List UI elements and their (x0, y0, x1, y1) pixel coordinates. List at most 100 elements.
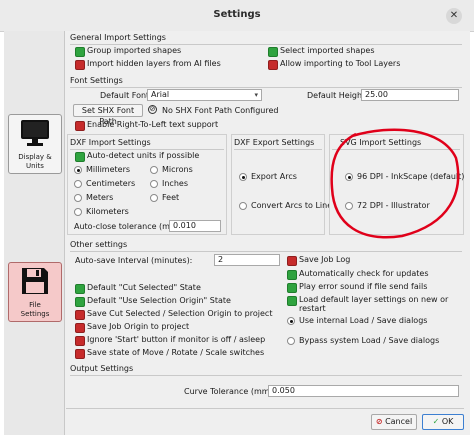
export-arcs-label: Export Arcs (251, 172, 297, 181)
use-internal-load-label: Use internal Load / Save dialogs (299, 316, 428, 325)
bypass-system-load-label: Bypass system Load / Save dialogs (299, 336, 440, 345)
feet-radio[interactable] (150, 194, 158, 202)
microns-radio[interactable] (150, 166, 158, 174)
divider (234, 149, 322, 150)
curve-tolerance-input[interactable]: 0.050 (268, 385, 459, 397)
save-job-log-checkbox[interactable] (287, 256, 297, 266)
curve-tolerance-label: Curve Tolerance (mm) (184, 387, 273, 396)
save-job-log-label: Save Job Log (299, 255, 351, 264)
ok-icon: ✓ (432, 417, 440, 426)
centimeters-radio[interactable] (74, 180, 82, 188)
window-title: Settings (213, 9, 261, 20)
meters-label: Meters (86, 193, 114, 202)
no-entry-icon: ⊘ (148, 105, 157, 114)
default-height-value: 25.00 (365, 90, 388, 99)
default-height-label: Default Height (307, 91, 366, 100)
select-shapes-checkbox[interactable] (268, 47, 278, 57)
other-settings-title: Other settings (70, 240, 128, 249)
divider (70, 149, 224, 150)
autosave-interval-input[interactable]: 2 (214, 254, 280, 266)
red-annotation-ellipse (330, 128, 460, 239)
save-state-move-label: Save state of Move / Rotate / Scale swit… (87, 348, 265, 357)
select-shapes-label: Select imported shapes (280, 46, 375, 55)
sidebar (4, 31, 65, 435)
auto-close-tolerance-input[interactable]: 0.010 (169, 220, 221, 232)
convert-arcs-radio[interactable] (239, 202, 247, 210)
save-cut-selected-checkbox[interactable] (75, 310, 85, 320)
import-hidden-label: Import hidden layers from AI files (87, 59, 221, 68)
save-job-origin-checkbox[interactable] (75, 323, 85, 333)
cancel-button[interactable]: ⊘ Cancel (371, 414, 417, 430)
nav-file-label-1: File (29, 301, 41, 309)
kilometers-radio[interactable] (74, 208, 82, 216)
nav-display-units[interactable]: Display & Units (8, 114, 62, 174)
nav-display-label-1: Display & (18, 153, 52, 161)
divider (70, 251, 462, 252)
default-font-select[interactable]: Arial ▾ (147, 89, 262, 101)
divider (70, 375, 462, 376)
millimeters-radio[interactable] (74, 166, 82, 174)
auto-close-tolerance-label: Auto-close tolerance (mm) (74, 222, 181, 231)
default-font-label: Default Font (100, 91, 150, 100)
default-use-selection-label: Default "Use Selection Origin" State (87, 296, 231, 305)
load-default-layer-checkbox[interactable] (287, 296, 297, 306)
nav-file-label-2: Settings (20, 310, 50, 318)
save-state-move-checkbox[interactable] (75, 349, 85, 359)
bypass-system-load-radio[interactable] (287, 337, 295, 345)
monitor-icon (21, 120, 49, 146)
default-cut-selected-label: Default "Cut Selected" State (87, 283, 201, 292)
group-shapes-label: Group imported shapes (87, 46, 182, 55)
ignore-start-label: Ignore 'Start' button if monitor is off … (87, 335, 266, 344)
autosave-interval-label: Auto-save Interval (minutes): (75, 256, 193, 265)
centimeters-label: Centimeters (86, 179, 136, 188)
default-font-value: Arial (151, 90, 170, 99)
inches-radio[interactable] (150, 180, 158, 188)
default-height-input[interactable]: 25.00 (361, 89, 459, 101)
ignore-start-checkbox[interactable] (75, 336, 85, 346)
dxf-import-title: DXF Import Settings (70, 138, 151, 147)
millimeters-label: Millimeters (86, 165, 131, 174)
divider (70, 44, 462, 45)
allow-tool-layers-label: Allow importing to Tool Layers (280, 59, 401, 68)
use-internal-load-radio[interactable] (287, 317, 295, 325)
inches-label: Inches (162, 179, 188, 188)
default-use-selection-checkbox[interactable] (75, 297, 85, 307)
close-icon[interactable]: ✕ (446, 8, 462, 24)
auto-detect-units-checkbox[interactable] (75, 152, 85, 162)
curve-tolerance-value: 0.050 (272, 386, 295, 395)
floppy-disk-icon (22, 268, 48, 294)
play-error-sound-checkbox[interactable] (287, 283, 297, 293)
allow-tool-layers-checkbox[interactable] (268, 60, 278, 70)
ok-button-label: OK (441, 417, 454, 426)
autosave-interval-value: 2 (218, 255, 224, 264)
nav-file-settings[interactable]: File Settings (8, 262, 62, 322)
play-error-sound-label: Play error sound if file send fails (299, 282, 428, 291)
feet-label: Feet (162, 193, 180, 202)
auto-close-tolerance-value: 0.010 (173, 221, 196, 230)
group-shapes-checkbox[interactable] (75, 47, 85, 57)
load-default-layer-label: Load default layer settings on new or re… (299, 295, 449, 313)
shx-status-text: No SHX Font Path Configured (162, 106, 279, 115)
auto-check-updates-label: Automatically check for updates (299, 269, 429, 278)
font-settings-title: Font Settings (70, 76, 123, 85)
rtl-label: Enable Right-To-Left text support (87, 120, 219, 129)
default-cut-selected-checkbox[interactable] (75, 284, 85, 294)
general-import-title: General Import Settings (70, 33, 166, 42)
nav-display-label-2: Units (26, 162, 44, 170)
chevron-down-icon: ▾ (254, 91, 258, 99)
meters-radio[interactable] (74, 194, 82, 202)
cancel-icon: ⊘ (375, 417, 383, 426)
divider (70, 87, 462, 88)
ok-button[interactable]: ✓ OK (422, 414, 464, 430)
auto-check-updates-checkbox[interactable] (287, 270, 297, 280)
set-shx-font-path-button[interactable]: Set SHX Font Path (73, 104, 143, 126)
export-arcs-radio[interactable] (239, 173, 247, 181)
output-settings-title: Output Settings (70, 364, 134, 373)
save-job-origin-label: Save Job Origin to project (87, 322, 190, 331)
save-cut-selected-label: Save Cut Selected / Selection Origin to … (87, 309, 273, 318)
kilometers-label: Kilometers (86, 207, 129, 216)
auto-detect-units-label: Auto-detect units if possible (87, 151, 200, 160)
rtl-checkbox[interactable] (75, 121, 85, 131)
microns-label: Microns (162, 165, 193, 174)
import-hidden-checkbox[interactable] (75, 60, 85, 70)
